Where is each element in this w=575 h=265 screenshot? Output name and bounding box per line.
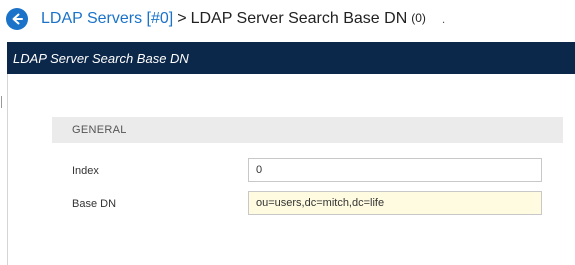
index-label: Index [72,165,99,177]
index-field[interactable]: 0 [248,158,542,182]
breadcrumb-trailing: . [441,12,446,26]
section-title: GENERAL [72,124,127,136]
back-button[interactable] [6,8,28,30]
base-dn-field[interactable]: ou=users,dc=mitch,dc=life [248,191,542,215]
panel-title: LDAP Server Search Base DN [13,50,189,66]
breadcrumb-count: (0) [411,11,426,25]
section-general: GENERAL [52,117,563,143]
breadcrumb-current: LDAP Server Search Base DN [190,10,408,27]
arrow-left-circle-icon [12,13,23,25]
breadcrumb-separator: > [177,10,187,27]
panel-header: LDAP Server Search Base DN [7,42,575,74]
breadcrumb: LDAP Servers [#0] > LDAP Server Search B… [6,6,445,32]
page: LDAP Servers [#0] > LDAP Server Search B… [0,0,575,265]
base-dn-label: Base DN [72,198,117,210]
breadcrumb-parent-link[interactable]: LDAP Servers [#0] [41,10,173,28]
scroll-marker [1,96,2,108]
